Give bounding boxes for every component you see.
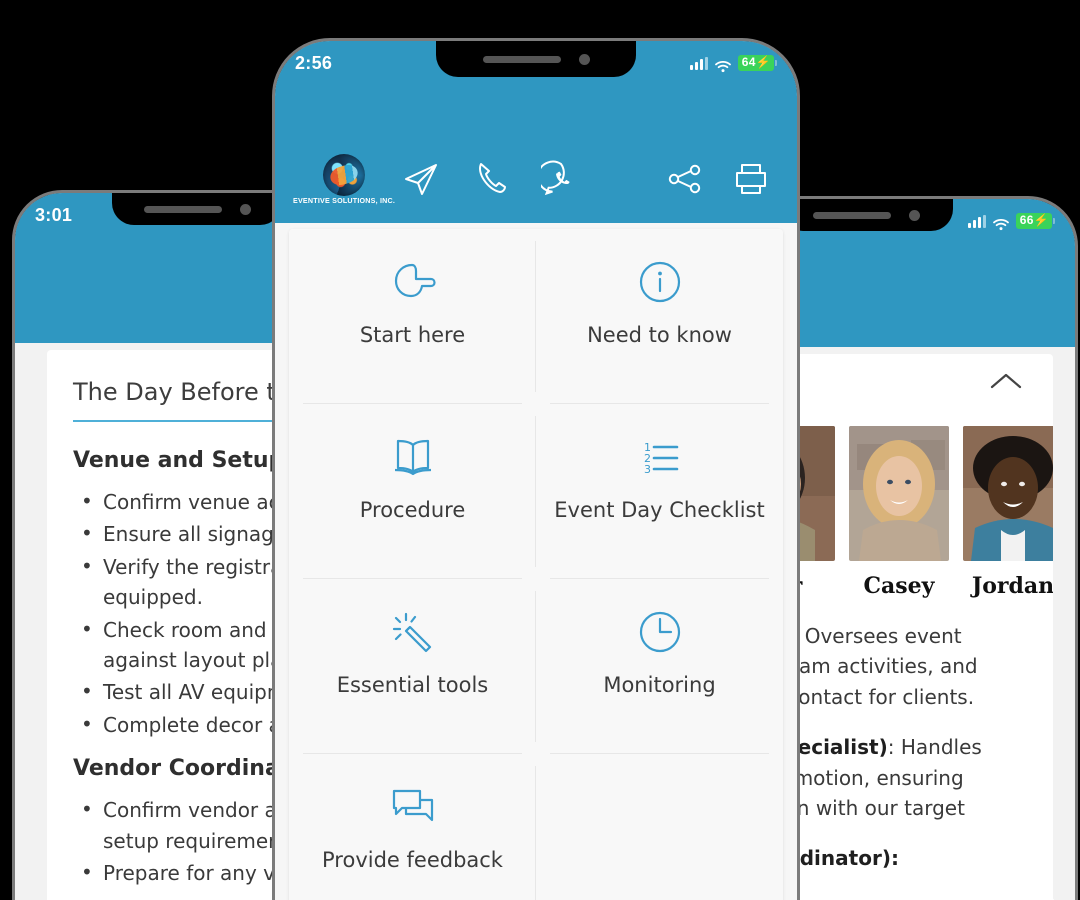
tile-event-day-checklist[interactable]: 123 Event Day Checklist <box>536 404 783 579</box>
right-status-right: 66 ⚡ <box>967 213 1055 231</box>
team-member-name: Casey <box>863 573 935 599</box>
tile-label: Need to know <box>587 323 732 347</box>
phone-icon[interactable] <box>471 159 511 199</box>
right-phone-notch <box>780 199 953 231</box>
company-logo[interactable]: EVENTIVE SOLUTIONS, INC. <box>293 153 395 205</box>
speaker-grille <box>143 205 222 213</box>
screenshot-stage: 3:01 The Day Before The Day Before the E… <box>0 0 1080 900</box>
front-camera <box>909 209 921 221</box>
tile-label: Provide feedback <box>322 848 503 872</box>
tile-label: Essential tools <box>336 673 489 697</box>
whatsapp-icon[interactable] <box>541 159 581 199</box>
center-phone-screen: EVENTIVE SOLUTIONS, INC. 2:56 64 ⚡ Start… <box>275 41 797 900</box>
tile-start-here[interactable]: Start here <box>289 229 536 404</box>
battery-icon: 64 ⚡ <box>737 55 777 71</box>
tile-label: Monitoring <box>603 673 716 697</box>
wifi-icon <box>992 215 1009 231</box>
tile-label: Start here <box>359 323 466 347</box>
center-phone-mockup: EVENTIVE SOLUTIONS, INC. 2:56 64 ⚡ Start… <box>272 38 800 900</box>
tile-need-to-know[interactable]: Need to know <box>536 229 783 404</box>
battery-tip <box>1053 218 1055 224</box>
charging-bolt-icon: ⚡ <box>1033 213 1049 228</box>
center-status-right: 64 ⚡ <box>689 55 777 73</box>
left-phone-notch <box>112 193 282 225</box>
send-icon[interactable] <box>401 159 441 199</box>
share-icon[interactable] <box>665 159 705 199</box>
logo-wordmark: EVENTIVE SOLUTIONS, INC. <box>292 197 396 205</box>
wifi-icon <box>714 57 731 73</box>
tile-label: Event Day Checklist <box>554 498 765 522</box>
chevron-up-icon <box>990 373 1022 389</box>
tile-label: Procedure <box>359 498 466 522</box>
front-camera <box>239 203 251 215</box>
left-status-time: 3:01 <box>35 204 73 225</box>
magic-wand-icon <box>386 605 440 659</box>
menu-grid: Start here Need to know Procedure 1 2 3 … <box>289 229 783 900</box>
charging-bolt-icon: ⚡ <box>755 55 771 70</box>
team-member[interactable]: Jordan <box>963 426 1053 599</box>
team-member[interactable]: Casey <box>849 426 949 599</box>
pointing-hand-icon <box>386 255 440 309</box>
team-member-name: Jordan <box>971 573 1053 599</box>
print-icon[interactable] <box>731 159 771 199</box>
center-status-time: 2:56 <box>295 52 333 73</box>
open-book-icon <box>386 430 440 484</box>
info-circle-icon <box>633 255 687 309</box>
tile-essential-tools[interactable]: Essential tools <box>289 579 536 754</box>
right-battery-level: 66 <box>1019 213 1034 228</box>
front-camera <box>578 53 590 65</box>
tile-monitoring[interactable]: Monitoring <box>536 579 783 754</box>
clock-icon <box>633 605 687 659</box>
tile-empty <box>536 754 783 900</box>
center-appbar-left-icons <box>401 159 581 199</box>
battery-icon: 66 ⚡ <box>1015 213 1055 229</box>
svg-text:3: 3 <box>644 463 651 476</box>
center-phone-notch <box>436 41 636 77</box>
tile-provide-feedback[interactable]: Provide feedback <box>289 754 536 900</box>
chat-bubbles-icon <box>386 780 440 834</box>
avatar <box>849 426 949 561</box>
numbered-list-icon: 123 <box>633 430 687 484</box>
battery-tip <box>775 60 777 66</box>
center-appbar-right-icons <box>665 159 771 199</box>
avatar <box>963 426 1053 561</box>
logo-mark-icon <box>323 153 365 196</box>
cellular-bars-icon <box>689 56 708 70</box>
center-app-bar: EVENTIVE SOLUTIONS, INC. <box>275 135 797 223</box>
cellular-bars-icon <box>967 214 986 228</box>
tile-procedure[interactable]: Procedure <box>289 404 536 579</box>
speaker-grille <box>482 55 561 63</box>
center-battery-level: 64 <box>741 55 756 70</box>
speaker-grille <box>813 211 892 219</box>
